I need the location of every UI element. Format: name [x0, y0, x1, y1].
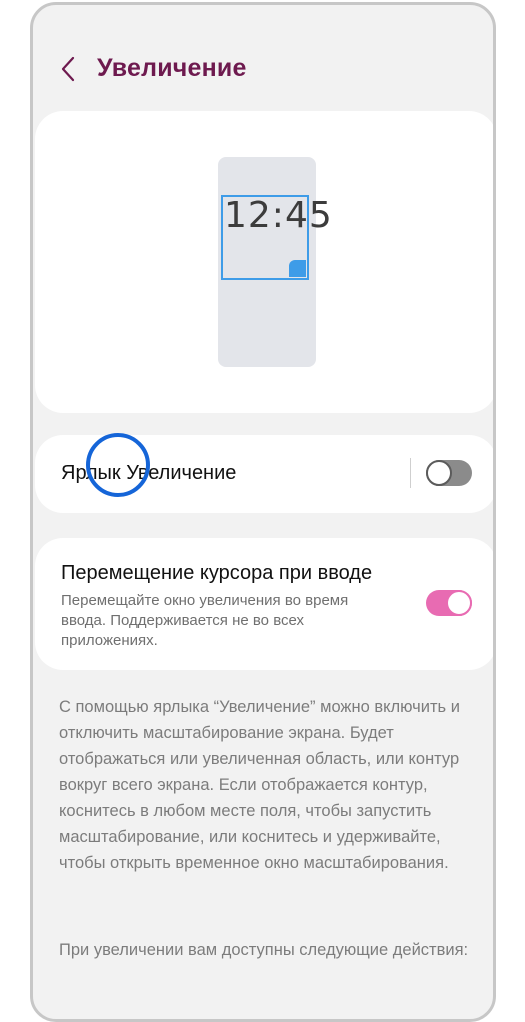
cursor-follow-description: Перемещайте окно увеличения во время вво… [61, 592, 349, 649]
back-button[interactable] [53, 49, 83, 89]
preview-clock: 12:45 [224, 195, 333, 236]
page-title: Увеличение [97, 54, 247, 82]
phone-frame: Увеличение 12:45 Ярлык Увеличение Переме… [30, 2, 496, 1022]
toggle-knob [426, 460, 452, 486]
cursor-follow-title: Перемещение курсора при вводе [61, 562, 373, 584]
chevron-left-icon [61, 56, 75, 82]
info-paragraph-shortcut: С помощью ярлыка “Увеличение” можно вклю… [59, 698, 460, 872]
toggle-knob [446, 590, 472, 616]
cursor-follow-toggle[interactable] [426, 590, 472, 616]
resize-handle-icon [289, 260, 306, 277]
app-bar: Увеличение [33, 41, 493, 97]
vertical-divider [410, 458, 411, 488]
device-illustration: 12:45 [218, 157, 332, 367]
info-paragraph-actions: При увеличении вам доступны следующие де… [59, 941, 469, 959]
shortcut-setting-row[interactable]: Ярлык Увеличение [35, 435, 493, 513]
magnifier-window: 12:45 [221, 195, 332, 280]
magnification-preview-card: 12:45 [35, 111, 493, 413]
shortcut-label: Ярлык Увеличение [61, 462, 237, 484]
cursor-follow-setting-row[interactable]: Перемещение курсора при вводе Перемещайт… [35, 538, 493, 670]
shortcut-toggle[interactable] [426, 460, 472, 486]
